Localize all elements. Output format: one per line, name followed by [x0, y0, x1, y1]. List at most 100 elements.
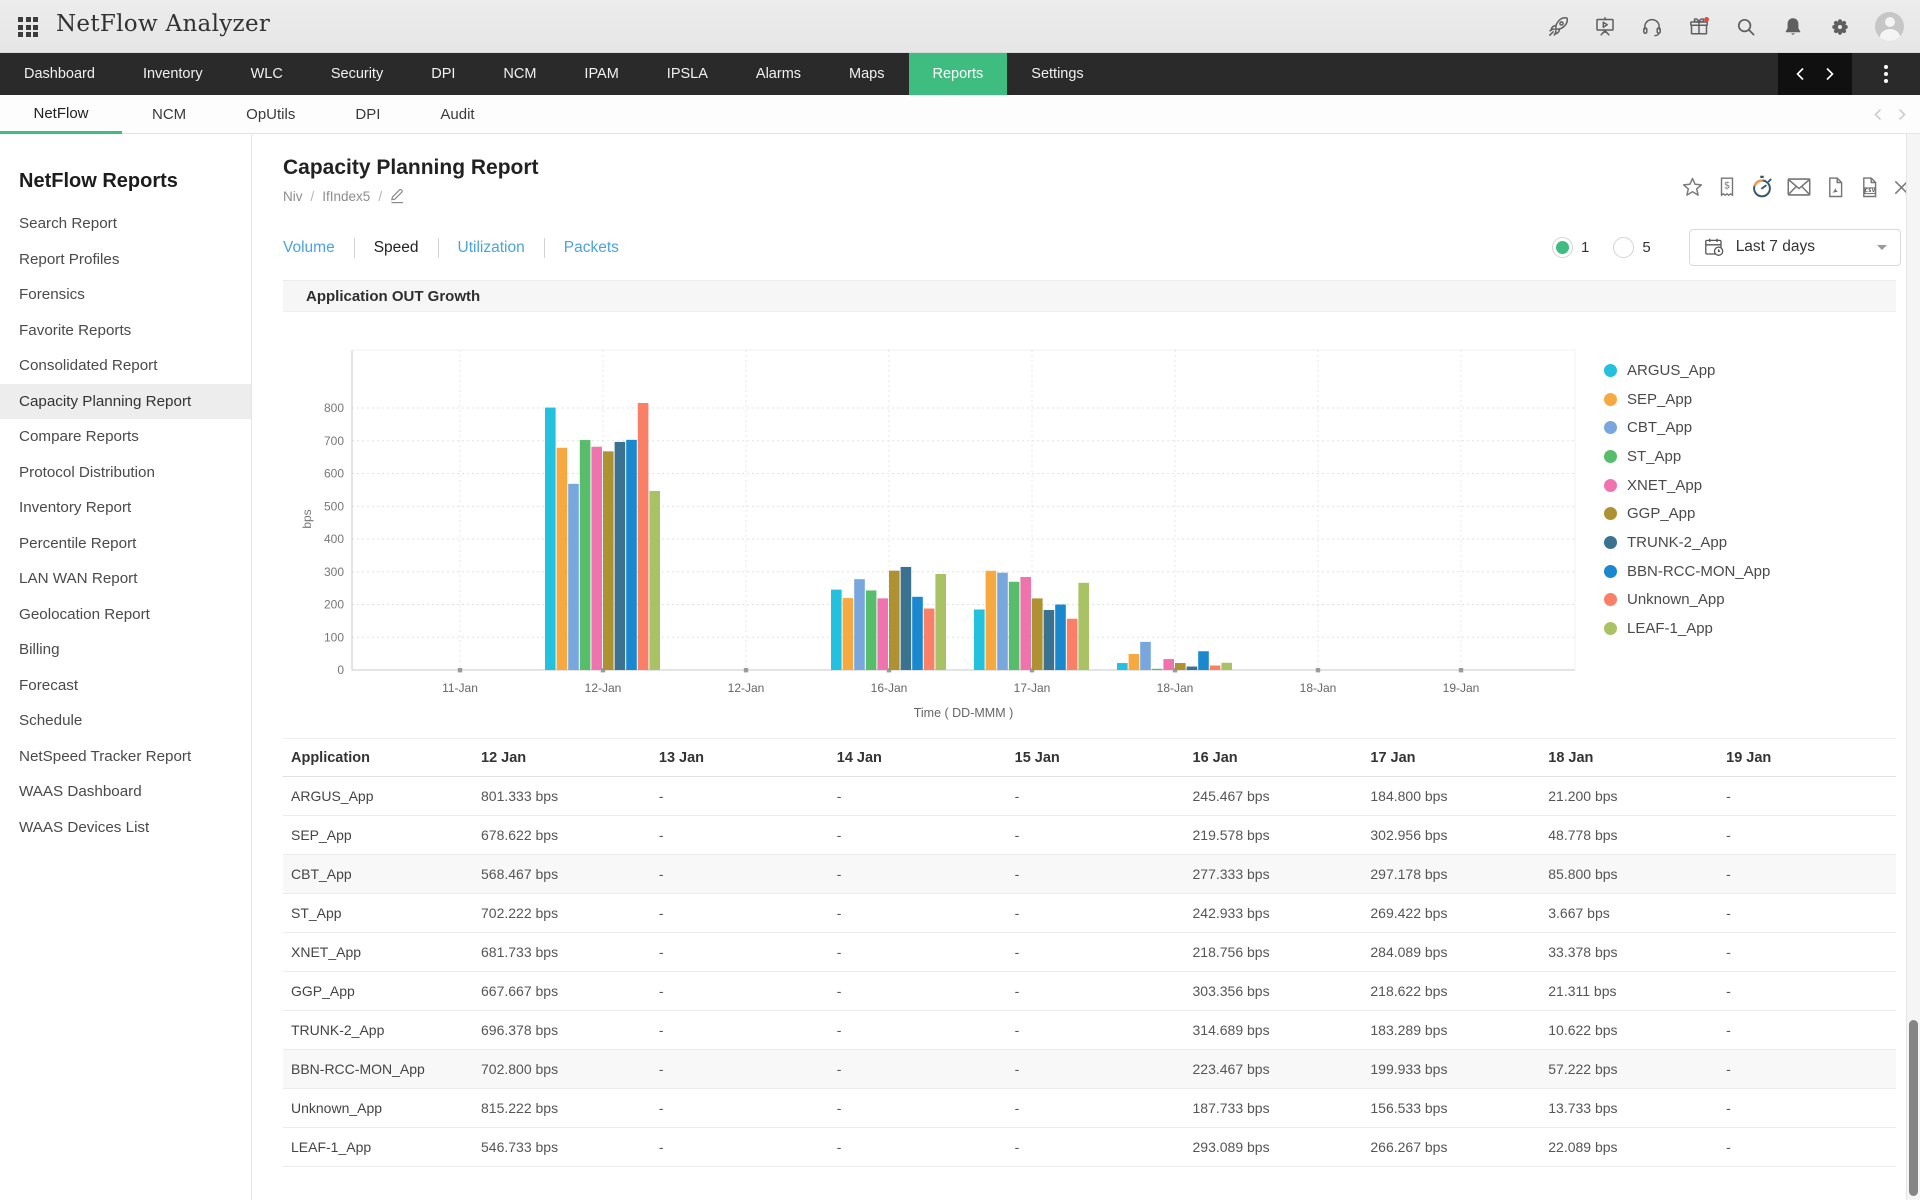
legend-item-xnet-app[interactable]: XNET_App	[1604, 471, 1770, 500]
tab-packets[interactable]: Packets	[564, 239, 619, 257]
email-envelope-icon[interactable]	[1785, 174, 1813, 200]
bar-unknown-app-17-jan[interactable]	[1067, 619, 1078, 670]
bar-leaf-1-app-12-jan[interactable]	[649, 491, 660, 670]
sidebar-item-report-profiles[interactable]: Report Profiles	[0, 242, 251, 278]
bar-ggp-app-16-jan[interactable]	[889, 571, 900, 670]
sidebar-item-schedule[interactable]: Schedule	[0, 703, 251, 739]
legend-item-bbn-rcc-mon-app[interactable]: BBN-RCC-MON_App	[1604, 557, 1770, 586]
subnav-item-oputils[interactable]: OpUtils	[216, 95, 325, 134]
edit-pencil-icon[interactable]	[390, 188, 405, 204]
schedule-timer-icon[interactable]	[1749, 174, 1775, 200]
subnav-next-icon[interactable]	[1898, 108, 1906, 121]
bar-sep-app-16-jan[interactable]	[843, 598, 854, 670]
sidebar-item-waas-dashboard[interactable]: WAAS Dashboard	[0, 774, 251, 810]
sidebar-item-forensics[interactable]: Forensics	[0, 277, 251, 313]
bar-ggp-app-12-jan[interactable]	[603, 451, 614, 670]
legend-item-st-app[interactable]: ST_App	[1604, 442, 1770, 471]
bar-trunk-2-app-18-jan[interactable]	[1187, 667, 1198, 670]
nav-item-alarms[interactable]: Alarms	[732, 53, 825, 95]
sidebar-item-waas-devices-list[interactable]: WAAS Devices List	[0, 810, 251, 846]
nav-prev-icon[interactable]	[1796, 67, 1805, 81]
bar-bbn-rcc-mon-app-17-jan[interactable]	[1055, 605, 1066, 670]
favorite-star-icon[interactable]	[1680, 175, 1705, 200]
tab-volume[interactable]: Volume	[283, 239, 335, 257]
tab-utilization[interactable]: Utilization	[458, 239, 525, 257]
bar-xnet-app-18-jan[interactable]	[1163, 659, 1174, 670]
export-csv-icon[interactable]: CSV	[1857, 175, 1881, 200]
sidebar-item-search-report[interactable]: Search Report	[0, 206, 251, 242]
bar-st-app-17-jan[interactable]	[1009, 582, 1020, 670]
bar-leaf-1-app-16-jan[interactable]	[935, 574, 946, 670]
interval-option-5[interactable]: 5	[1613, 237, 1650, 258]
bar-st-app-16-jan[interactable]	[866, 590, 877, 670]
bar-bbn-rcc-mon-app-12-jan[interactable]	[626, 440, 637, 670]
subnav-item-netflow[interactable]: NetFlow	[0, 95, 122, 134]
bar-xnet-app-17-jan[interactable]	[1020, 577, 1031, 670]
sidebar-item-lan-wan-report[interactable]: LAN WAN Report	[0, 561, 251, 597]
sidebar-item-compare-reports[interactable]: Compare Reports	[0, 419, 251, 455]
bar-xnet-app-12-jan[interactable]	[591, 447, 602, 670]
whats-new-gift-icon[interactable]	[1687, 15, 1711, 39]
sidebar-item-forecast[interactable]: Forecast	[0, 668, 251, 704]
export-pdf-icon[interactable]	[1823, 175, 1847, 200]
vertical-scrollbar[interactable]	[1906, 134, 1920, 1200]
bar-cbt-app-18-jan[interactable]	[1140, 642, 1151, 670]
bar-argus-app-18-jan[interactable]	[1117, 663, 1128, 670]
bar-argus-app-12-jan[interactable]	[545, 408, 556, 670]
legend-item-leaf-1-app[interactable]: LEAF-1_App	[1604, 614, 1770, 643]
subnav-item-ncm[interactable]: NCM	[122, 95, 216, 134]
bar-bbn-rcc-mon-app-18-jan[interactable]	[1198, 651, 1209, 670]
support-headset-icon[interactable]	[1640, 15, 1664, 39]
nav-item-ncm[interactable]: NCM	[479, 53, 560, 95]
nav-next-icon[interactable]	[1825, 67, 1834, 81]
nav-more-icon[interactable]	[1852, 53, 1920, 95]
radio-unselected-icon[interactable]	[1613, 237, 1634, 258]
bar-unknown-app-16-jan[interactable]	[924, 609, 935, 670]
interval-option-1[interactable]: 1	[1552, 237, 1589, 258]
bar-trunk-2-app-17-jan[interactable]	[1044, 610, 1055, 670]
sidebar-item-billing[interactable]: Billing	[0, 632, 251, 668]
sidebar-item-inventory-report[interactable]: Inventory Report	[0, 490, 251, 526]
rocket-icon[interactable]	[1546, 15, 1570, 39]
bar-ggp-app-17-jan[interactable]	[1032, 598, 1043, 670]
sidebar-item-protocol-distribution[interactable]: Protocol Distribution	[0, 455, 251, 491]
bar-trunk-2-app-12-jan[interactable]	[615, 442, 626, 670]
tab-speed[interactable]: Speed	[374, 239, 419, 257]
bar-unknown-app-18-jan[interactable]	[1210, 666, 1221, 670]
radio-selected-icon[interactable]	[1552, 237, 1573, 258]
bar-sep-app-18-jan[interactable]	[1129, 654, 1140, 670]
bar-bbn-rcc-mon-app-16-jan[interactable]	[912, 597, 923, 670]
subnav-item-dpi[interactable]: DPI	[325, 95, 410, 134]
training-presentation-icon[interactable]	[1593, 15, 1617, 39]
legend-item-argus-app[interactable]: ARGUS_App	[1604, 356, 1770, 385]
nav-item-reports[interactable]: Reports	[909, 53, 1008, 95]
bar-ggp-app-18-jan[interactable]	[1175, 663, 1186, 670]
sidebar-item-netspeed-tracker-report[interactable]: NetSpeed Tracker Report	[0, 739, 251, 775]
notifications-bell-icon[interactable]	[1781, 15, 1805, 39]
billing-invoice-icon[interactable]: $	[1715, 175, 1739, 199]
sidebar-item-geolocation-report[interactable]: Geolocation Report	[0, 597, 251, 633]
bar-argus-app-17-jan[interactable]	[974, 609, 985, 670]
breadcrumb-crumb[interactable]: Niv	[283, 189, 303, 204]
subnav-prev-icon[interactable]	[1874, 108, 1882, 121]
sidebar-item-capacity-planning-report[interactable]: Capacity Planning Report	[0, 384, 251, 420]
nav-item-ipam[interactable]: IPAM	[560, 53, 642, 95]
bar-st-app-12-jan[interactable]	[580, 440, 591, 670]
sidebar-item-consolidated-report[interactable]: Consolidated Report	[0, 348, 251, 384]
subnav-item-audit[interactable]: Audit	[410, 95, 504, 134]
settings-gear-icon[interactable]	[1828, 15, 1852, 39]
bar-sep-app-12-jan[interactable]	[557, 448, 568, 670]
bar-argus-app-16-jan[interactable]	[831, 590, 842, 670]
bar-sep-app-17-jan[interactable]	[986, 571, 997, 670]
bar-cbt-app-12-jan[interactable]	[568, 484, 579, 670]
scrollbar-thumb[interactable]	[1909, 1020, 1918, 1196]
user-avatar[interactable]	[1875, 12, 1904, 41]
nav-item-maps[interactable]: Maps	[825, 53, 908, 95]
legend-item-trunk-2-app[interactable]: TRUNK-2_App	[1604, 528, 1770, 557]
search-icon[interactable]	[1734, 15, 1758, 39]
bar-leaf-1-app-17-jan[interactable]	[1078, 583, 1089, 670]
sidebar-item-favorite-reports[interactable]: Favorite Reports	[0, 313, 251, 349]
nav-item-settings[interactable]: Settings	[1007, 53, 1107, 95]
bar-unknown-app-12-jan[interactable]	[638, 403, 649, 670]
bar-trunk-2-app-16-jan[interactable]	[901, 567, 912, 670]
